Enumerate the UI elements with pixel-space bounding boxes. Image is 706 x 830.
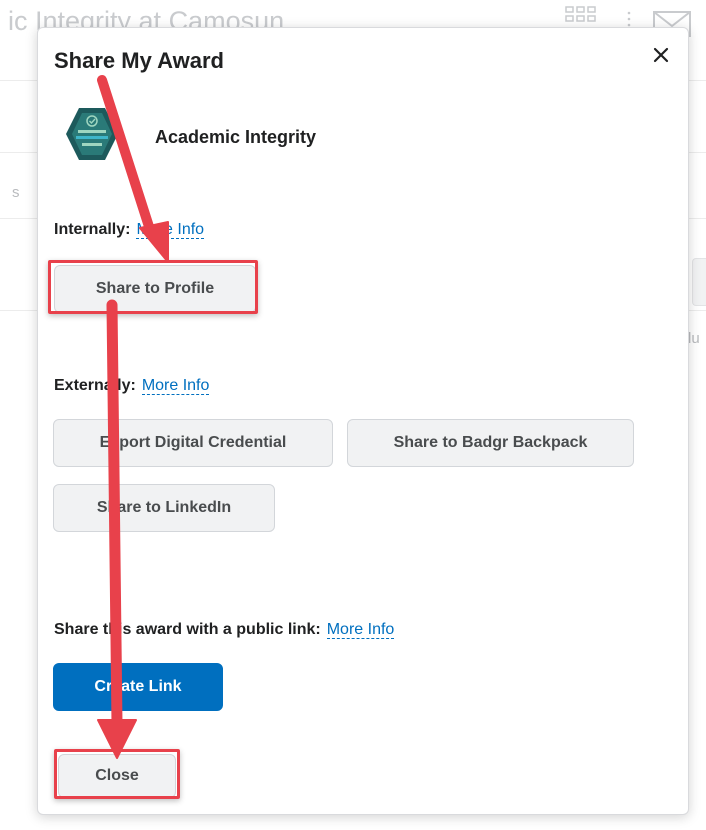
- close-icon[interactable]: [650, 44, 672, 66]
- externally-label: Externally:: [54, 377, 136, 394]
- separator-dots-icon: [627, 11, 631, 27]
- background-button-fragment: [692, 258, 706, 306]
- share-to-badgr-backpack-button[interactable]: Share to Badgr Backpack: [347, 419, 634, 467]
- externally-section: Externally: More Info: [54, 377, 210, 395]
- public-link-section: Share this award with a public link: More…: [54, 621, 395, 639]
- internally-more-info-link[interactable]: More Info: [136, 221, 205, 239]
- close-button[interactable]: Close: [58, 754, 176, 798]
- public-link-label: Share this award with a public link:: [54, 621, 321, 638]
- share-to-linkedin-button[interactable]: Share to LinkedIn: [53, 484, 275, 532]
- public-link-more-info-link[interactable]: More Info: [326, 621, 395, 639]
- dialog-title: Share My Award: [54, 48, 224, 73]
- create-link-button[interactable]: Create Link: [53, 663, 223, 711]
- background-text-fragment: lu: [688, 330, 700, 347]
- externally-more-info-link[interactable]: More Info: [141, 377, 210, 395]
- share-award-dialog: Share My Award Academic Integrity Intern…: [37, 27, 689, 815]
- award-name: Academic Integrity: [155, 127, 317, 147]
- export-digital-credential-button[interactable]: Export Digital Credential: [53, 419, 333, 467]
- background-text-fragment: s: [12, 184, 20, 201]
- internally-section: Internally: More Info: [54, 221, 205, 239]
- share-to-profile-button[interactable]: Share to Profile: [54, 265, 256, 313]
- internally-label: Internally:: [54, 221, 131, 238]
- academic-integrity-badge-icon: [66, 108, 118, 160]
